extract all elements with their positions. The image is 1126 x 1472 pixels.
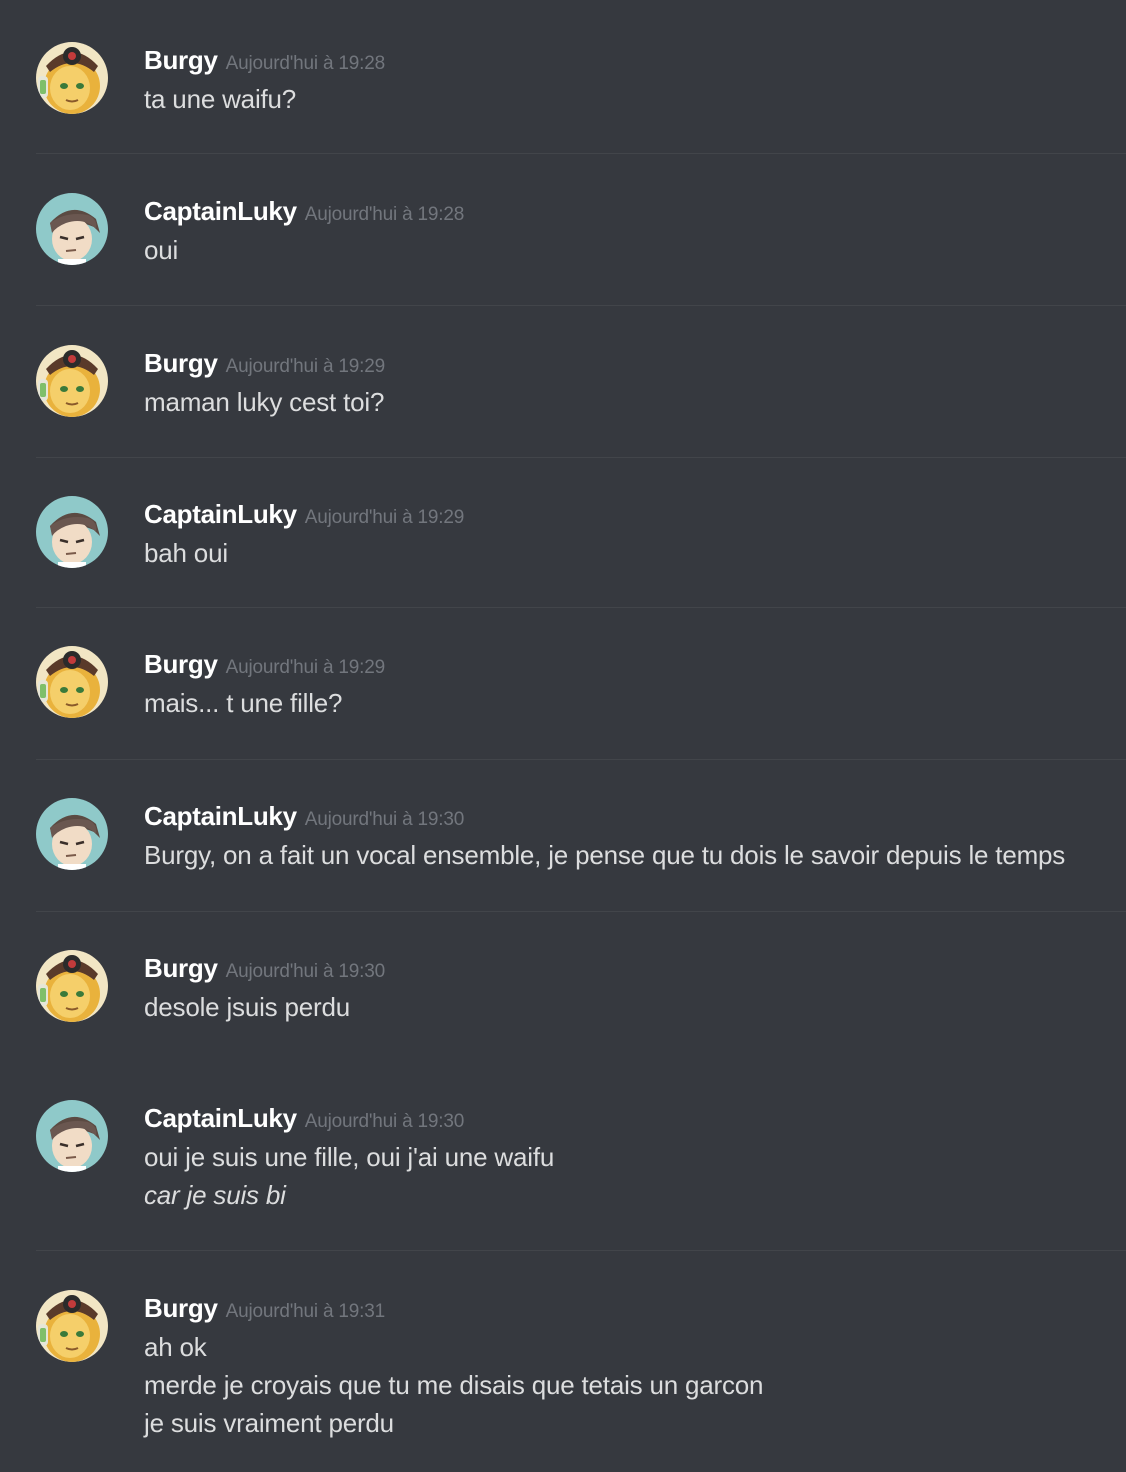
message-header: Burgy Aujourd'hui à 19:28 <box>144 44 385 80</box>
burgy-avatar[interactable] <box>36 1290 108 1362</box>
message-text: ah ok <box>144 1332 207 1362</box>
message-header: Burgy Aujourd'hui à 19:31 <box>144 1292 385 1328</box>
message-text: merde je croyais que tu me disais que te… <box>144 1370 764 1400</box>
timestamp: Aujourd'hui à 19:29 <box>225 356 386 377</box>
message-header: CaptainLuky Aujourd'hui à 19:30 <box>144 800 464 836</box>
message-divider <box>36 607 1126 608</box>
message-text: ta une waifu? <box>144 84 297 114</box>
username[interactable]: Burgy <box>144 953 218 983</box>
message-header: Burgy Aujourd'hui à 19:29 <box>144 347 385 383</box>
message-header: Burgy Aujourd'hui à 19:29 <box>144 648 385 684</box>
message-header: CaptainLuky Aujourd'hui à 19:30 <box>144 1102 464 1138</box>
timestamp: Aujourd'hui à 19:30 <box>304 1111 465 1132</box>
message-text: oui je suis une fille, oui j'ai une waif… <box>144 1142 555 1172</box>
username[interactable]: Burgy <box>144 1293 218 1323</box>
timestamp: Aujourd'hui à 19:29 <box>304 507 465 528</box>
message-header: CaptainLuky Aujourd'hui à 19:29 <box>144 498 464 534</box>
message-header: CaptainLuky Aujourd'hui à 19:28 <box>144 195 464 231</box>
captainluky-avatar[interactable] <box>36 496 108 568</box>
username[interactable]: CaptainLuky <box>144 499 297 529</box>
message-divider <box>36 759 1126 760</box>
message-text: mais... t une fille? <box>144 688 343 718</box>
captainluky-avatar[interactable] <box>36 193 108 265</box>
captainluky-avatar[interactable] <box>36 798 108 870</box>
burgy-avatar[interactable] <box>36 646 108 718</box>
message-header: Burgy Aujourd'hui à 19:30 <box>144 952 385 988</box>
message-divider <box>36 457 1126 458</box>
message-text: bah oui <box>144 538 228 568</box>
captainluky-avatar[interactable] <box>36 1100 108 1172</box>
timestamp: Aujourd'hui à 19:28 <box>225 53 386 74</box>
timestamp: Aujourd'hui à 19:30 <box>225 961 386 982</box>
username[interactable]: CaptainLuky <box>144 1103 297 1133</box>
username[interactable]: Burgy <box>144 649 218 679</box>
username[interactable]: CaptainLuky <box>144 801 297 831</box>
username[interactable]: Burgy <box>144 45 218 75</box>
burgy-avatar[interactable] <box>36 42 108 114</box>
timestamp: Aujourd'hui à 19:28 <box>304 204 465 225</box>
message-text: Burgy, on a fait un vocal ensemble, je p… <box>144 840 1066 870</box>
timestamp: Aujourd'hui à 19:30 <box>304 809 465 830</box>
timestamp: Aujourd'hui à 19:31 <box>225 1301 386 1322</box>
message-text: je suis vraiment perdu <box>144 1408 394 1438</box>
timestamp: Aujourd'hui à 19:29 <box>225 657 386 678</box>
message-divider <box>36 153 1126 154</box>
message-divider <box>36 911 1126 912</box>
message-divider <box>36 305 1126 306</box>
burgy-avatar[interactable] <box>36 950 108 1022</box>
burgy-avatar[interactable] <box>36 345 108 417</box>
message-divider <box>36 1250 1126 1251</box>
message-text: desole jsuis perdu <box>144 992 350 1022</box>
username[interactable]: Burgy <box>144 348 218 378</box>
username[interactable]: CaptainLuky <box>144 196 297 226</box>
message-text: maman luky cest toi? <box>144 387 385 417</box>
message-text: oui <box>144 235 179 265</box>
message-text: car je suis bi <box>144 1180 286 1210</box>
